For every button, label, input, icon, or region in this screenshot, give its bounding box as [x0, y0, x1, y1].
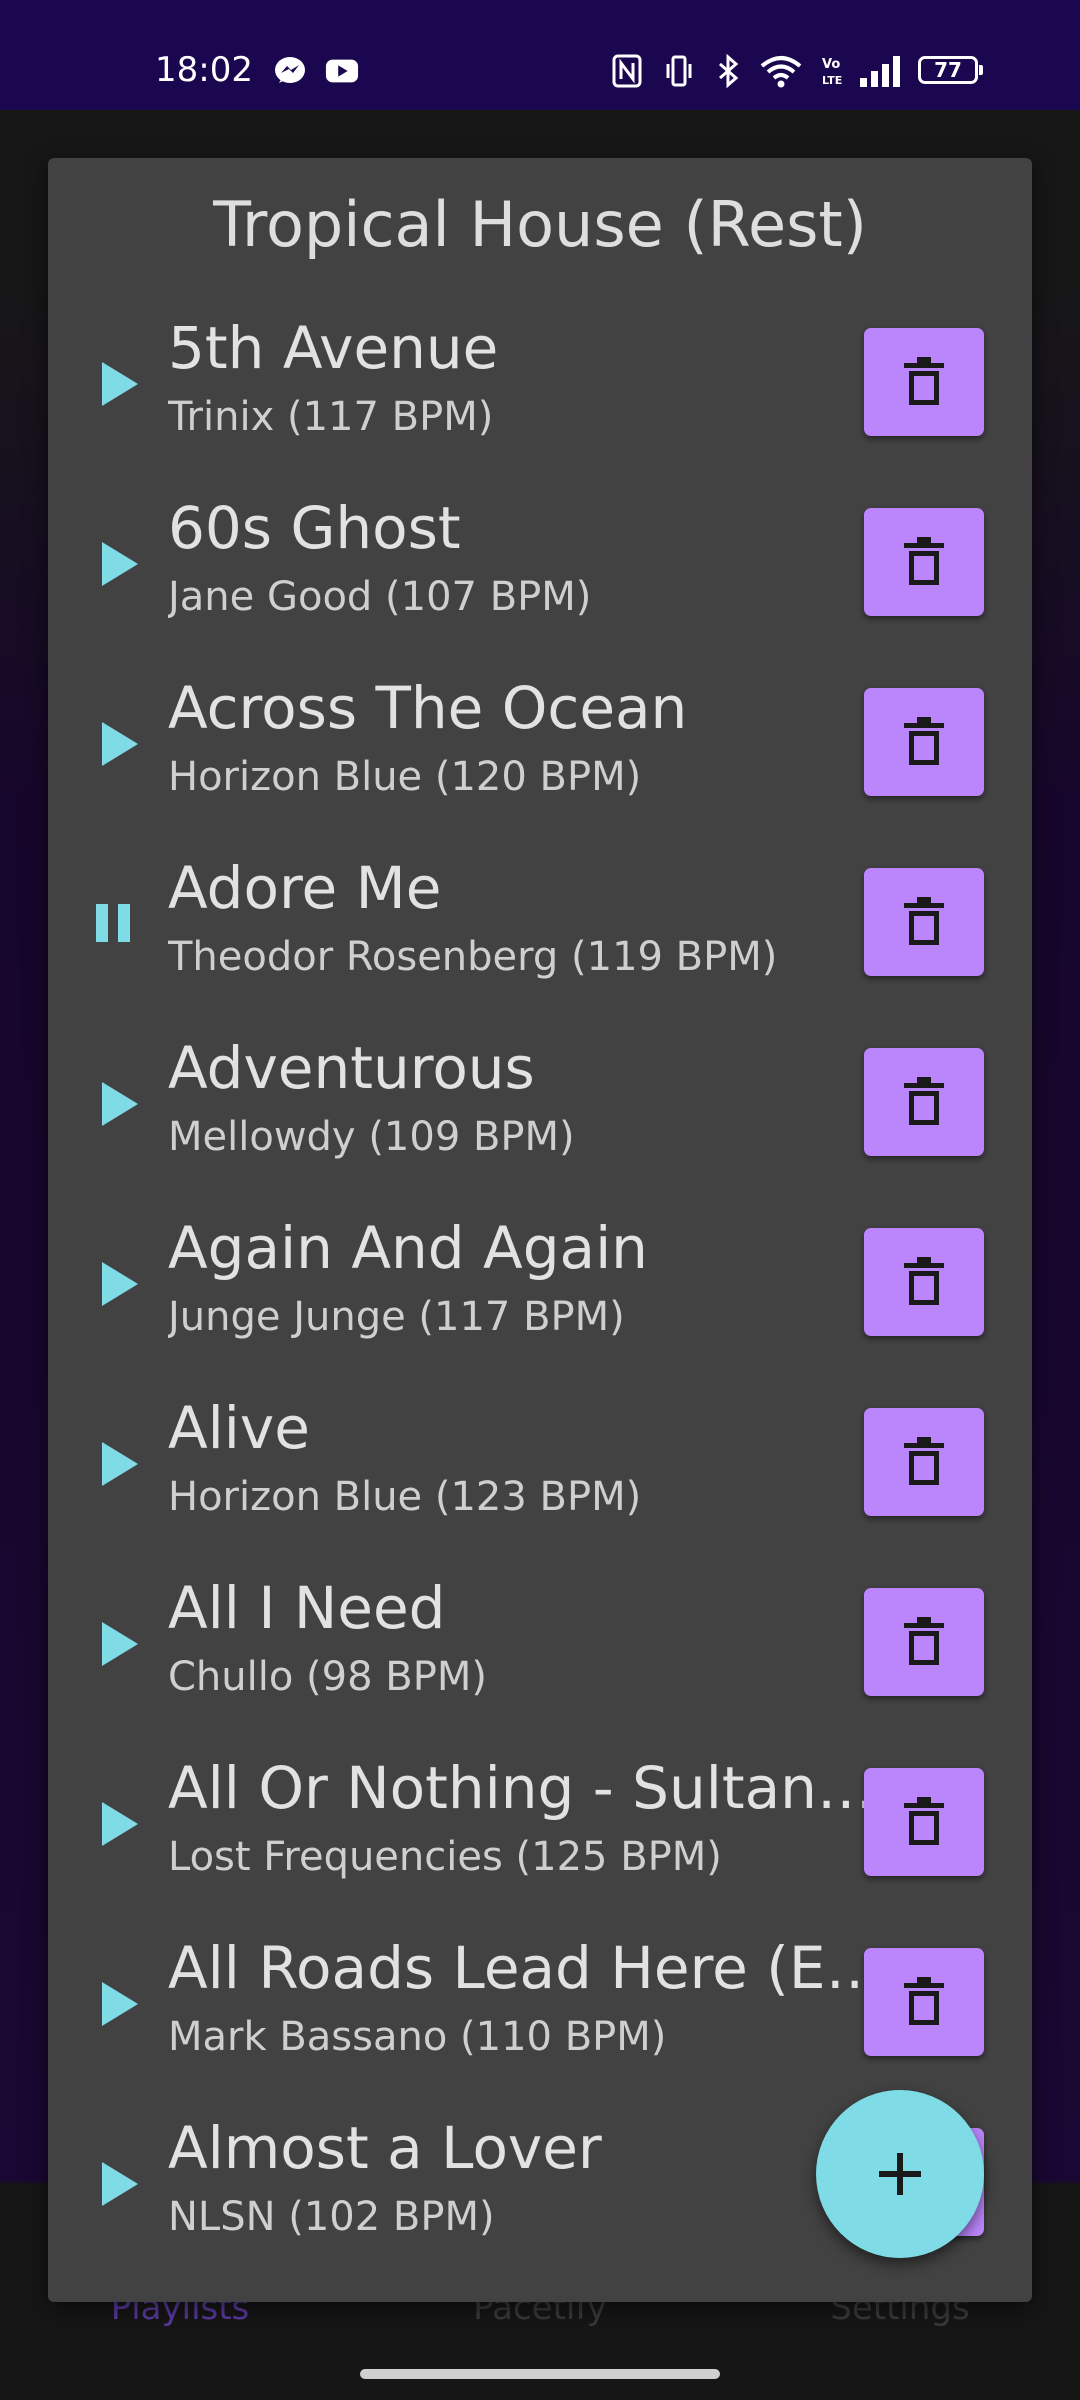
list-item[interactable]: Across The Ocean Horizon Blue (120 BPM)	[48, 668, 1032, 848]
delete-button[interactable]	[864, 1048, 984, 1156]
delete-button[interactable]	[864, 328, 984, 436]
play-icon[interactable]	[88, 1614, 148, 1674]
delete-button[interactable]	[864, 1948, 984, 2056]
pause-icon[interactable]	[88, 894, 148, 954]
play-icon[interactable]	[88, 1074, 148, 1134]
play-icon[interactable]	[88, 714, 148, 774]
trash-icon	[904, 1437, 944, 1485]
list-item[interactable]: All I Need Chullo (98 BPM)	[48, 1568, 1032, 1748]
list-item[interactable]: 60s Ghost Jane Good (107 BPM)	[48, 488, 1032, 668]
song-title: Alive	[168, 1394, 310, 1462]
home-indicator[interactable]	[360, 2369, 720, 2379]
delete-button[interactable]	[864, 688, 984, 796]
trash-icon	[904, 1617, 944, 1665]
delete-button[interactable]	[864, 1768, 984, 1876]
list-item[interactable]: Again And Again Junge Junge (117 BPM)	[48, 1208, 1032, 1388]
list-item[interactable]: Adventurous Mellowdy (109 BPM)	[48, 1028, 1032, 1208]
delete-button[interactable]	[864, 868, 984, 976]
song-artist-bpm: Mark Bassano (110 BPM)	[168, 2014, 667, 2060]
delete-button[interactable]	[864, 508, 984, 616]
plus-icon	[879, 2153, 921, 2195]
status-time: 18:02	[155, 50, 253, 90]
battery-icon: 77	[918, 56, 983, 84]
trash-icon	[904, 537, 944, 585]
list-item[interactable]: Alive Horizon Blue (123 BPM)	[48, 1388, 1032, 1568]
song-title: All Or Nothing - Sultan …	[168, 1754, 888, 1822]
song-artist-bpm: Junge Junge (117 BPM)	[168, 1294, 625, 1340]
song-title: 60s Ghost	[168, 494, 461, 562]
song-artist-bpm: Trinix (117 BPM)	[168, 394, 494, 440]
list-item[interactable]: All Or Nothing - Sultan … Lost Frequenci…	[48, 1748, 1032, 1928]
play-icon[interactable]	[88, 354, 148, 414]
song-artist-bpm: Horizon Blue (123 BPM)	[168, 1474, 642, 1520]
delete-button[interactable]	[864, 1588, 984, 1696]
volte-icon: Vo LTE	[822, 57, 842, 87]
song-artist-bpm: Chullo (98 BPM)	[168, 1654, 487, 1700]
trash-icon	[904, 1257, 944, 1305]
trash-icon	[904, 717, 944, 765]
song-artist-bpm: Lost Frequencies (125 BPM)	[168, 1834, 722, 1880]
trash-icon	[904, 357, 944, 405]
song-artist-bpm: Horizon Blue (120 BPM)	[168, 754, 642, 800]
song-title: All Roads Lead Here (E…	[168, 1934, 884, 2002]
trash-icon	[904, 1077, 944, 1125]
youtube-icon	[325, 59, 359, 83]
play-icon[interactable]	[88, 2154, 148, 2214]
dialog-title: Tropical House (Rest)	[213, 188, 867, 261]
bluetooth-icon	[719, 54, 739, 88]
signal-icon	[860, 56, 900, 87]
nfc-icon	[612, 54, 642, 88]
song-artist-bpm: Mellowdy (109 BPM)	[168, 1114, 575, 1160]
trash-icon	[904, 897, 944, 945]
vibrate-icon	[666, 55, 692, 87]
song-title: 5th Avenue	[168, 314, 499, 382]
status-bar: 18:02 Vo LTE 77	[0, 0, 1080, 110]
song-title: Across The Ocean	[168, 674, 688, 742]
play-icon[interactable]	[88, 1254, 148, 1314]
add-song-fab[interactable]	[816, 2090, 984, 2258]
song-title: Almost a Lover	[168, 2114, 602, 2182]
delete-button[interactable]	[864, 1408, 984, 1516]
play-icon[interactable]	[88, 1434, 148, 1494]
song-artist-bpm: Jane Good (107 BPM)	[168, 574, 592, 620]
list-item[interactable]: 5th Avenue Trinix (117 BPM)	[48, 308, 1032, 488]
song-list[interactable]: 5th Avenue Trinix (117 BPM) 60s Ghost Ja…	[48, 308, 1032, 2288]
song-title: All I Need	[168, 1574, 446, 1642]
song-title: Again And Again	[168, 1214, 648, 1282]
play-icon[interactable]	[88, 1794, 148, 1854]
play-icon[interactable]	[88, 1974, 148, 2034]
svg-text:LTE: LTE	[822, 74, 842, 87]
list-item[interactable]: Adore Me Theodor Rosenberg (119 BPM)	[48, 848, 1032, 1028]
list-item[interactable]: All Roads Lead Here (E… Mark Bassano (11…	[48, 1928, 1032, 2108]
trash-icon	[904, 1977, 944, 2025]
playlist-dialog: Tropical House (Rest) 5th Avenue Trinix …	[48, 158, 1032, 2302]
song-artist-bpm: Theodor Rosenberg (119 BPM)	[168, 934, 778, 980]
svg-text:Vo: Vo	[822, 57, 840, 72]
play-icon[interactable]	[88, 534, 148, 594]
song-title: Adore Me	[168, 854, 442, 922]
messenger-icon	[275, 57, 305, 83]
song-artist-bpm: NLSN (102 BPM)	[168, 2194, 495, 2240]
trash-icon	[904, 1797, 944, 1845]
song-title: Adventurous	[168, 1034, 535, 1102]
delete-button[interactable]	[864, 1228, 984, 1336]
wifi-icon	[760, 56, 802, 88]
